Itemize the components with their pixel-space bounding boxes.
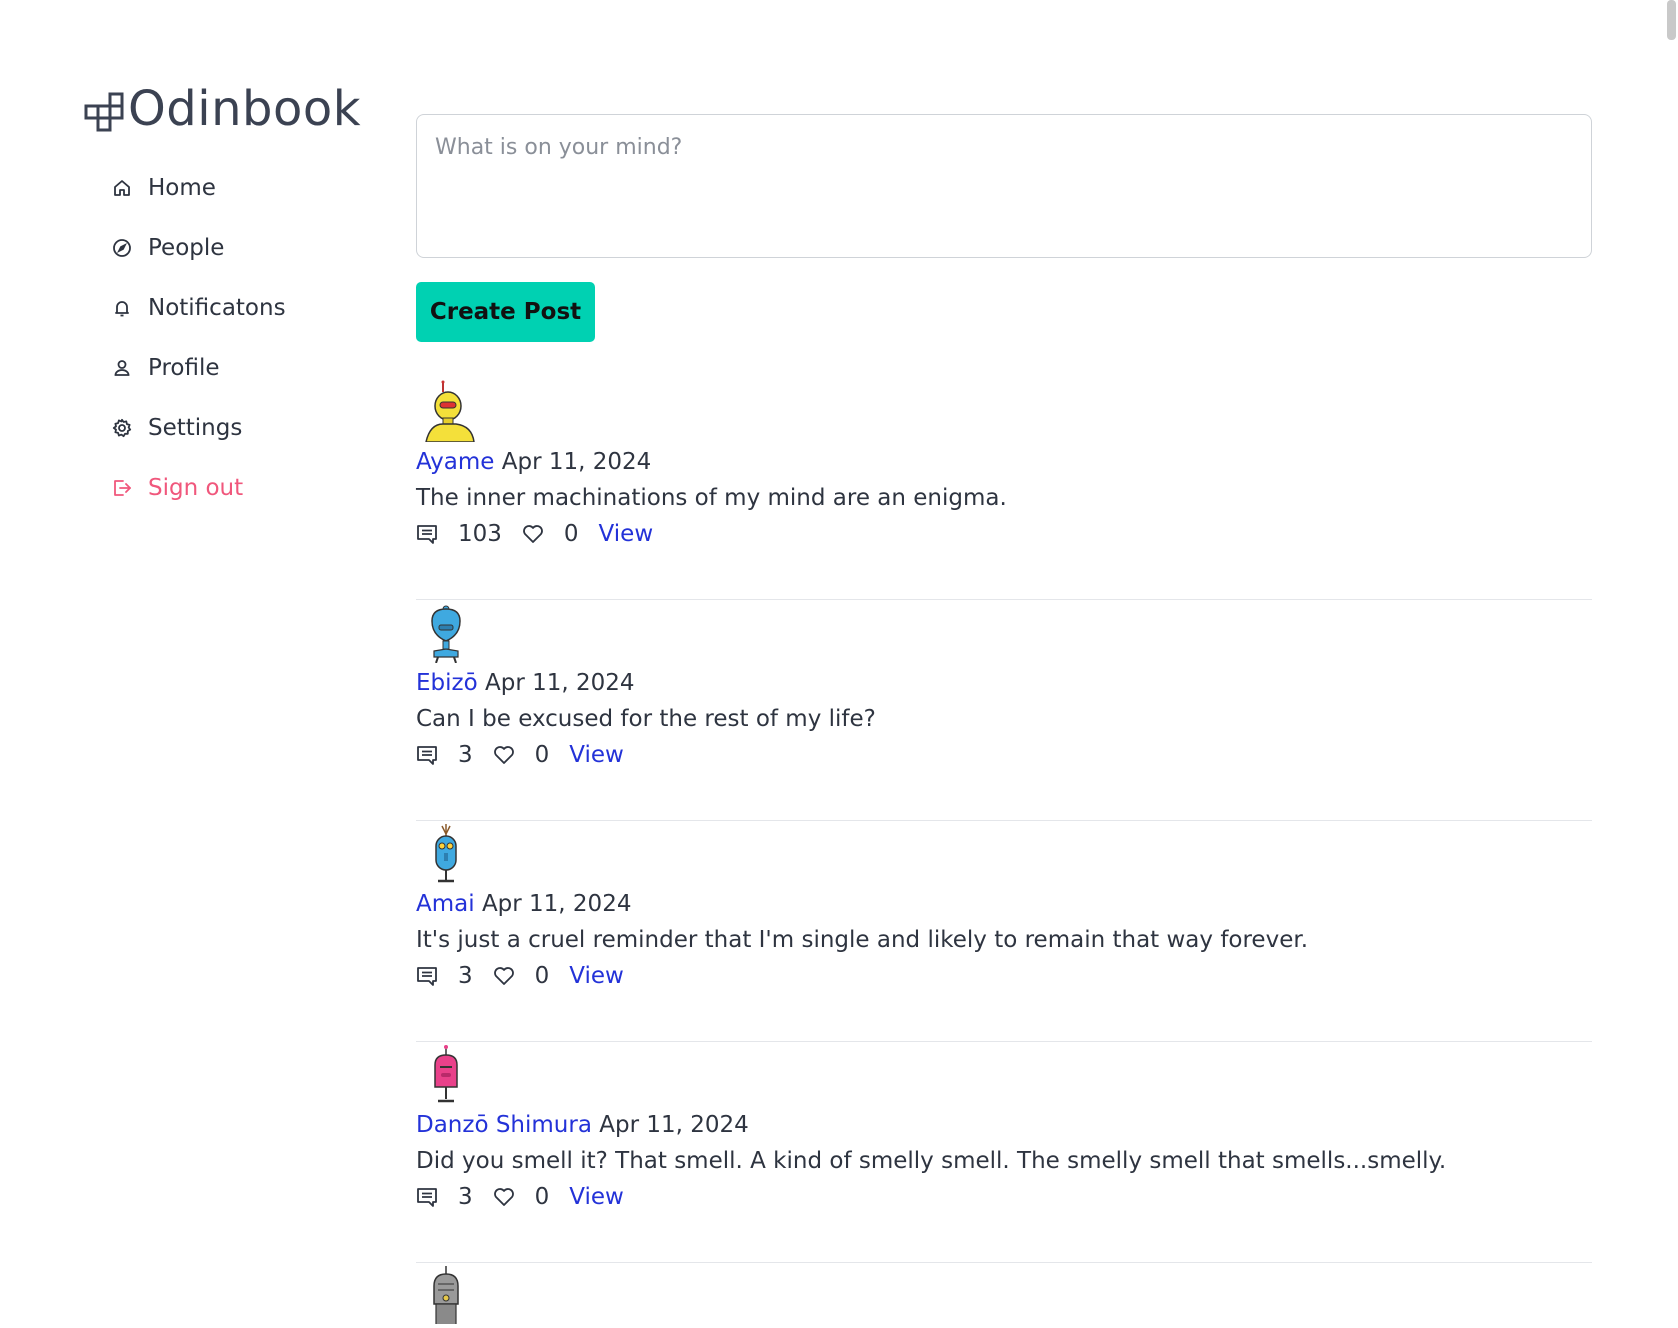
- sidebar-item-notifications[interactable]: Notificatons: [84, 278, 384, 338]
- comment-count: 3: [458, 963, 473, 989]
- gear-icon: [112, 418, 132, 438]
- heart-icon[interactable]: [522, 523, 544, 545]
- post-date: Apr 11, 2024: [599, 1112, 749, 1138]
- sidebar-item-label: Sign out: [148, 475, 244, 501]
- post-meta: Ebizō Apr 11, 2024: [416, 665, 1592, 701]
- heart-icon[interactable]: [493, 744, 515, 766]
- sidebar-nav: Home People Notificatons Profile Setting…: [84, 158, 384, 518]
- sidebar-item-people[interactable]: People: [84, 218, 384, 278]
- post-author-link[interactable]: Ayame: [416, 449, 494, 475]
- like-count: 0: [563, 521, 579, 547]
- like-count: 0: [534, 1184, 550, 1210]
- comment-icon[interactable]: [416, 523, 438, 545]
- post-body: It's just a cruel reminder that I'm sing…: [416, 927, 1309, 953]
- sign-out-icon: [112, 478, 132, 498]
- view-post-link[interactable]: View: [569, 963, 624, 989]
- post-body: Did you smell it? That smell. A kind of …: [416, 1148, 1447, 1174]
- post-card: Danzō Shimura Apr 11, 2024 Did you smell…: [416, 1043, 1592, 1263]
- sidebar-item-label: Settings: [148, 415, 243, 441]
- post-body: Can I be excused for the rest of my life…: [416, 706, 876, 732]
- avatar[interactable]: [416, 822, 476, 884]
- post-date: Apr 11, 2024: [484, 670, 635, 696]
- comment-count: 3: [458, 1184, 473, 1210]
- avatar[interactable]: [416, 1043, 476, 1105]
- post-actions: 3 0 View: [416, 737, 1592, 773]
- main-content: Create Post Ayame Apr 11, 2024: [416, 114, 1592, 1325]
- app: Odinbook Home People Notificatons Profil…: [0, 0, 1678, 1328]
- user-icon: [112, 358, 132, 378]
- post-meta: Ayame Apr 11, 2024: [416, 444, 1592, 480]
- home-icon: [112, 178, 132, 198]
- post-card: [416, 1264, 1592, 1324]
- sidebar-item-sign-out[interactable]: Sign out: [84, 458, 384, 518]
- post-date: Apr 11, 2024: [481, 891, 632, 917]
- heart-icon[interactable]: [493, 965, 515, 987]
- post-meta: Danzō Shimura Apr 11, 2024: [416, 1107, 1592, 1143]
- comment-icon[interactable]: [416, 1186, 438, 1208]
- avatar[interactable]: [416, 601, 476, 664]
- sidebar-item-home[interactable]: Home: [84, 158, 384, 218]
- comment-icon[interactable]: [416, 965, 438, 987]
- scrollbar-thumb[interactable]: [1667, 0, 1676, 40]
- like-count: 0: [534, 742, 550, 768]
- sidebar-item-settings[interactable]: Settings: [84, 398, 384, 458]
- brand-name: Odinbook: [128, 81, 362, 137]
- bell-icon: [112, 298, 132, 318]
- comment-count: 3: [458, 742, 473, 768]
- post-card: Ayame Apr 11, 2024 The inner machination…: [416, 380, 1592, 600]
- post-actions: 103 0 View: [416, 516, 1592, 552]
- avatar[interactable]: [416, 1264, 476, 1324]
- comment-icon[interactable]: [416, 744, 438, 766]
- post-meta: Amai Apr 11, 2024: [416, 886, 1592, 922]
- post-author-link[interactable]: Danzō Shimura: [416, 1112, 592, 1138]
- post-date: Apr 11, 2024: [501, 449, 652, 475]
- grid-logo-icon: [84, 88, 126, 132]
- post-author-link[interactable]: Amai: [416, 891, 475, 917]
- view-post-link[interactable]: View: [599, 521, 654, 547]
- view-post-link[interactable]: View: [569, 742, 624, 768]
- sidebar-item-label: People: [148, 235, 225, 261]
- post-actions: 3 0 View: [416, 958, 1592, 994]
- comment-count: 103: [458, 521, 502, 547]
- post-actions: 3 0 View: [416, 1179, 1592, 1215]
- post-card: Ebizō Apr 11, 2024 Can I be excused for …: [416, 601, 1592, 821]
- brand-logo[interactable]: Odinbook: [84, 80, 384, 138]
- sidebar: Odinbook Home People Notificatons Profil…: [84, 80, 384, 518]
- sidebar-item-label: Profile: [148, 355, 220, 381]
- avatar[interactable]: [416, 380, 476, 443]
- create-post-button[interactable]: Create Post: [416, 282, 595, 342]
- view-post-link[interactable]: View: [569, 1184, 624, 1210]
- sidebar-item-label: Notificatons: [148, 295, 286, 321]
- heart-icon[interactable]: [493, 1186, 515, 1208]
- post-body: The inner machinations of my mind are an…: [416, 485, 1007, 511]
- sidebar-item-profile[interactable]: Profile: [84, 338, 384, 398]
- post-author-link[interactable]: Ebizō: [416, 670, 478, 696]
- page-scrollbar[interactable]: [1664, 0, 1678, 1328]
- post-feed: Ayame Apr 11, 2024 The inner machination…: [416, 380, 1592, 1324]
- compass-icon: [112, 238, 132, 258]
- like-count: 0: [534, 963, 550, 989]
- post-card: Amai Apr 11, 2024 It's just a cruel remi…: [416, 822, 1592, 1042]
- post-composer-input[interactable]: [416, 114, 1592, 258]
- sidebar-item-label: Home: [148, 175, 216, 201]
